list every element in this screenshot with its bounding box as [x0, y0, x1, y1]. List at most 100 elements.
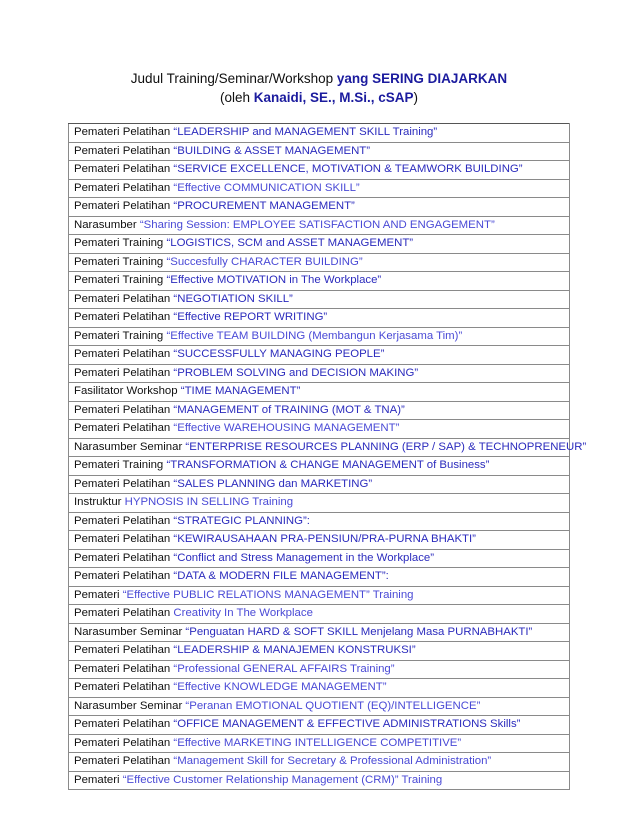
- entry-role-prefix: Narasumber: [74, 218, 140, 231]
- table-row: Pemateri Pelatihan “NEGOTIATION SKILL”: [68, 289, 570, 309]
- table-row: Narasumber Seminar “Penguatan HARD & SOF…: [68, 622, 570, 642]
- table-row: Pemateri Pelatihan “Management Skill for…: [68, 752, 570, 772]
- table-row: Pemateri Pelatihan “PROCUREMENT MANAGEME…: [68, 197, 570, 217]
- document-title-block: Judul Training/Seminar/Workshop yang SER…: [0, 0, 638, 107]
- table-cell-entry: Pemateri Pelatihan “Effective WAREHOUSIN…: [68, 419, 570, 439]
- table-row: Pemateri Training “TRANSFORMATION & CHAN…: [68, 456, 570, 476]
- table-row: Pemateri Pelatihan “DATA & MODERN FILE M…: [68, 567, 570, 587]
- entry-program-title: “PROBLEM SOLVING and DECISION MAKING”: [173, 366, 419, 379]
- entry-role-prefix: Pemateri Pelatihan: [74, 126, 174, 138]
- table-cell-entry: Pemateri Pelatihan “SUCCESSFULLY MANAGIN…: [68, 345, 570, 365]
- table-cell-entry: Pemateri Pelatihan “Effective REPORT WRI…: [68, 308, 570, 328]
- table-cell-entry: Pemateri Pelatihan “LEADERSHIP & MANAJEM…: [68, 641, 570, 661]
- entry-role-prefix: Pemateri Training: [74, 274, 167, 286]
- table-cell-entry: Pemateri Pelatihan “Effective COMMUNICAT…: [68, 178, 570, 198]
- entry-program-title: “Penguatan HARD & SOFT SKILL Menjelang M…: [185, 625, 533, 638]
- entry-role-prefix: Pemateri Pelatihan: [74, 514, 174, 527]
- document-page: Judul Training/Seminar/Workshop yang SER…: [0, 0, 638, 826]
- table-row: Pemateri Pelatihan “KEWIRAUSAHAAN PRA-PE…: [68, 530, 570, 550]
- entry-role-prefix: Pemateri Pelatihan: [74, 144, 174, 157]
- table-cell-entry: Pemateri Pelatihan “Effective KNOWLEDGE …: [68, 678, 570, 698]
- table-cell-entry: Fasilitator Workshop “TIME MANAGEMENT”: [68, 382, 570, 402]
- entry-role-prefix: Pemateri Pelatihan: [74, 477, 174, 490]
- entry-program-title: “Effective REPORT WRITING”: [173, 311, 328, 323]
- entry-role-prefix: Pemateri Pelatihan: [74, 681, 174, 693]
- entry-program-title: “DATA & MODERN FILE MANAGEMENT”:: [173, 570, 389, 582]
- table-row: Pemateri Pelatihan “SERVICE EXCELLENCE, …: [68, 160, 570, 180]
- entry-role-prefix: Pemateri Pelatihan: [74, 607, 174, 619]
- table-row: Pemateri Pelatihan Creativity In The Wor…: [68, 604, 570, 624]
- table-row: Pemateri Pelatihan “OFFICE MANAGEMENT & …: [68, 715, 570, 735]
- table-cell-entry: Pemateri Pelatihan “NEGOTIATION SKILL”: [68, 289, 570, 309]
- entry-program-title: “BUILDING & ASSET MANAGEMENT”: [173, 144, 371, 157]
- table-row: Pemateri “Effective Customer Relationshi…: [68, 770, 570, 790]
- table-row: Pemateri Pelatihan “MANAGEMENT of TRAINI…: [68, 400, 570, 420]
- entry-program-title: “SALES PLANNING dan MARKETING”: [173, 477, 373, 490]
- entry-program-title: “Effective MOTIVATION in The Workplace”: [166, 274, 382, 286]
- entry-role-prefix: Pemateri Pelatihan: [74, 755, 174, 767]
- entry-role-prefix: Pemateri Pelatihan: [74, 200, 174, 212]
- table-cell-entry: Pemateri “Effective Customer Relationshi…: [68, 770, 570, 790]
- table-row: Pemateri Training “Effective MOTIVATION …: [68, 271, 570, 291]
- table-cell-entry: Pemateri Training “LOGISTICS, SCM and AS…: [68, 234, 570, 254]
- entry-program-title: Creativity In The Workplace: [173, 607, 313, 619]
- entry-program-title: “NEGOTIATION SKILL”: [173, 292, 293, 305]
- title-line-1-plain: Judul Training/Seminar/Workshop: [130, 71, 337, 86]
- table-row: Pemateri Pelatihan “Effective WAREHOUSIN…: [68, 419, 570, 439]
- entry-role-prefix: Pemateri Pelatihan: [74, 422, 174, 434]
- entry-role-prefix: Pemateri Pelatihan: [74, 292, 174, 305]
- entry-role-prefix: Narasumber Seminar: [74, 625, 186, 638]
- entry-role-prefix: Instruktur: [74, 496, 125, 508]
- title-line-2-close: ): [413, 89, 419, 105]
- table-cell-entry: Pemateri Pelatihan “MANAGEMENT of TRAINI…: [68, 400, 570, 420]
- table-cell-entry: Pemateri Pelatihan Creativity In The Wor…: [68, 604, 570, 624]
- table-cell-entry: Pemateri Training “Effective TEAM BUILDI…: [68, 326, 570, 346]
- entry-program-title: “LEADERSHIP & MANAJEMEN KONSTRUKSI”: [173, 644, 416, 656]
- table-cell-entry: Pemateri Pelatihan “LEADERSHIP and MANAG…: [68, 123, 570, 143]
- table-cell-entry: Narasumber Seminar “Penguatan HARD & SOF…: [68, 622, 570, 642]
- table-cell-entry: Pemateri Pelatihan “Professional GENERAL…: [68, 659, 570, 679]
- entry-program-title: “SUCCESSFULLY MANAGING PEOPLE”: [173, 348, 385, 360]
- title-line-2-open: (oleh: [219, 89, 254, 105]
- entry-role-prefix: Pemateri Pelatihan: [74, 644, 174, 656]
- table-cell-entry: Pemateri Pelatihan “BUILDING & ASSET MAN…: [68, 141, 570, 161]
- table-cell-entry: Pemateri Pelatihan “Conflict and Stress …: [68, 548, 570, 568]
- entry-program-title: “PROCUREMENT MANAGEMENT”: [173, 200, 355, 212]
- entry-role-prefix: Pemateri Pelatihan: [74, 718, 174, 730]
- table-cell-entry: Pemateri Pelatihan “STRATEGIC PLANNING”:: [68, 511, 570, 531]
- table-row: Pemateri Training “Effective TEAM BUILDI…: [68, 326, 570, 346]
- table-cell-entry: Pemateri Training “Succesfully CHARACTER…: [68, 252, 570, 272]
- table-row: Pemateri Pelatihan “SUCCESSFULLY MANAGIN…: [68, 345, 570, 365]
- table-cell-entry: Pemateri Pelatihan “Management Skill for…: [68, 752, 570, 772]
- entry-role-prefix: Fasilitator Workshop: [74, 385, 181, 397]
- table-cell-entry: Pemateri Pelatihan “SERVICE EXCELLENCE, …: [68, 160, 570, 180]
- entry-role-prefix: Pemateri Pelatihan: [74, 311, 174, 323]
- entry-program-title: “Peranan EMOTIONAL QUOTIENT (EQ)/INTELLI…: [185, 699, 481, 712]
- entry-program-title: “Effective KNOWLEDGE MANAGEMENT”: [173, 681, 387, 693]
- entry-program-title: “TRANSFORMATION & CHANGE MANAGEMENT of B…: [166, 459, 490, 471]
- table-cell-entry: Pemateri Pelatihan “Effective MARKETING …: [68, 733, 570, 753]
- table-row: Pemateri Training “Succesfully CHARACTER…: [68, 252, 570, 272]
- table-row: Pemateri Pelatihan “Conflict and Stress …: [68, 548, 570, 568]
- entry-role-prefix: Pemateri Pelatihan: [74, 736, 174, 749]
- entry-program-title: “Succesfully CHARACTER BUILDING”: [166, 255, 363, 268]
- table-row: Pemateri Pelatihan “PROBLEM SOLVING and …: [68, 363, 570, 383]
- table-row: Pemateri Pelatihan “Effective MARKETING …: [68, 733, 570, 753]
- entry-program-title: “Effective MARKETING INTELLIGENCE COMPET…: [173, 736, 462, 749]
- entry-program-title: “OFFICE MANAGEMENT & EFFECTIVE ADMINISTR…: [173, 718, 521, 730]
- entry-role-prefix: Pemateri: [74, 588, 123, 601]
- entry-program-title: “Conflict and Stress Management in the W…: [173, 551, 435, 564]
- table-row: Narasumber “Sharing Session: EMPLOYEE SA…: [68, 215, 570, 235]
- entry-role-prefix: Pemateri Training: [74, 329, 167, 342]
- table-row: Narasumber Seminar “ENTERPRISE RESOURCES…: [68, 437, 586, 457]
- table-cell-entry: Instruktur HYPNOSIS IN SELLING Training: [68, 493, 570, 513]
- entry-program-title: “LEADERSHIP and MANAGEMENT SKILL Trainin…: [173, 126, 438, 138]
- entry-program-title: “Effective Customer Relationship Managem…: [122, 773, 443, 786]
- entry-program-title: “Effective PUBLIC RELATIONS MANAGEMENT” …: [122, 588, 414, 601]
- entry-program-title: “Effective COMMUNICATION SKILL”: [173, 181, 360, 194]
- entry-program-title: “TIME MANAGEMENT”: [180, 385, 301, 397]
- table-cell-entry: Pemateri Pelatihan “PROBLEM SOLVING and …: [68, 363, 570, 383]
- title-line-2-accent: Kanaidi, SE., M.Si., cSAP: [253, 89, 414, 105]
- table-cell-entry: Pemateri Pelatihan “PROCUREMENT MANAGEME…: [68, 197, 570, 217]
- table-cell-entry: Pemateri Pelatihan “OFFICE MANAGEMENT & …: [68, 715, 570, 735]
